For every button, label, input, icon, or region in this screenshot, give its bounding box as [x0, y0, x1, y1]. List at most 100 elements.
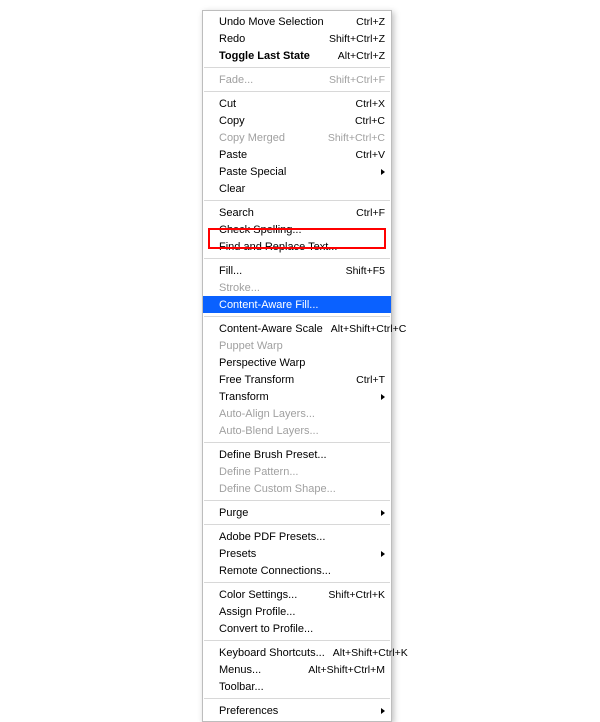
menu-item-shortcut: Alt+Ctrl+Z — [330, 50, 385, 62]
menu-divider — [204, 67, 390, 68]
menu-item-label: Stroke... — [219, 282, 385, 294]
menu-item-cut[interactable]: CutCtrl+X — [203, 95, 391, 112]
menu-item-copy-merged: Copy MergedShift+Ctrl+C — [203, 129, 391, 146]
menu-item-preferences[interactable]: Preferences — [203, 702, 391, 719]
menu-item-shortcut: Shift+F5 — [338, 265, 385, 277]
menu-item-shortcut: Alt+Shift+Ctrl+K — [325, 647, 408, 659]
menu-divider — [204, 524, 390, 525]
menu-item-puppet-warp: Puppet Warp — [203, 337, 391, 354]
menu-item-paste[interactable]: PasteCtrl+V — [203, 146, 391, 163]
menu-divider — [204, 442, 390, 443]
menu-item-content-aware-scale[interactable]: Content-Aware ScaleAlt+Shift+Ctrl+C — [203, 320, 391, 337]
menu-item-define-pattern: Define Pattern... — [203, 463, 391, 480]
menu-item-label: Copy — [219, 115, 347, 127]
menu-item-define-brush[interactable]: Define Brush Preset... — [203, 446, 391, 463]
menu-item-shortcut: Shift+Ctrl+C — [320, 132, 385, 144]
menu-item-label: Puppet Warp — [219, 340, 385, 352]
menu-item-label: Auto-Blend Layers... — [219, 425, 385, 437]
menu-item-label: Fade... — [219, 74, 321, 86]
menu-item-label: Define Custom Shape... — [219, 483, 385, 495]
menu-item-shortcut: Alt+Shift+Ctrl+C — [323, 323, 407, 335]
menu-item-shortcut: Ctrl+C — [347, 115, 385, 127]
menu-item-shortcut: Ctrl+T — [348, 374, 385, 386]
menu-item-label: Auto-Align Layers... — [219, 408, 385, 420]
menu-item-presets[interactable]: Presets — [203, 545, 391, 562]
menu-item-paste-special[interactable]: Paste Special — [203, 163, 391, 180]
menu-item-transform[interactable]: Transform — [203, 388, 391, 405]
menu-item-adobe-pdf-presets[interactable]: Adobe PDF Presets... — [203, 528, 391, 545]
menu-item-convert-to-profile[interactable]: Convert to Profile... — [203, 620, 391, 637]
menu-item-color-settings[interactable]: Color Settings...Shift+Ctrl+K — [203, 586, 391, 603]
edit-menu: Undo Move SelectionCtrl+ZRedoShift+Ctrl+… — [202, 10, 392, 722]
submenu-arrow-icon — [381, 510, 385, 516]
menu-divider — [204, 316, 390, 317]
menu-item-check-spelling[interactable]: Check Spelling... — [203, 221, 391, 238]
menu-item-undo-move-selection[interactable]: Undo Move SelectionCtrl+Z — [203, 13, 391, 30]
menu-item-menus[interactable]: Menus...Alt+Shift+Ctrl+M — [203, 661, 391, 678]
menu-item-label: Convert to Profile... — [219, 623, 385, 635]
submenu-arrow-icon — [381, 551, 385, 557]
menu-item-label: Undo Move Selection — [219, 16, 348, 28]
menu-item-fill[interactable]: Fill...Shift+F5 — [203, 262, 391, 279]
menu-item-shortcut: Ctrl+F — [348, 207, 385, 219]
menu-item-label: Assign Profile... — [219, 606, 385, 618]
menu-item-label: Remote Connections... — [219, 565, 385, 577]
menu-item-label: Presets — [219, 548, 385, 560]
menu-item-label: Clear — [219, 183, 385, 195]
menu-item-search[interactable]: SearchCtrl+F — [203, 204, 391, 221]
menu-item-label: Toggle Last State — [219, 50, 330, 62]
menu-item-label: Preferences — [219, 705, 385, 717]
menu-item-content-aware-fill[interactable]: Content-Aware Fill... — [203, 296, 391, 313]
menu-item-shortcut: Shift+Ctrl+F — [321, 74, 385, 86]
menu-divider — [204, 698, 390, 699]
menu-divider — [204, 582, 390, 583]
menu-item-label: Find and Replace Text... — [219, 241, 385, 253]
menu-item-label: Transform — [219, 391, 385, 403]
menu-item-shortcut: Ctrl+X — [348, 98, 385, 110]
menu-item-label: Content-Aware Scale — [219, 323, 323, 335]
menu-item-label: Color Settings... — [219, 589, 320, 601]
menu-item-toolbar[interactable]: Toolbar... — [203, 678, 391, 695]
menu-divider — [204, 640, 390, 641]
menu-item-assign-profile[interactable]: Assign Profile... — [203, 603, 391, 620]
menu-item-label: Menus... — [219, 664, 300, 676]
menu-divider — [204, 500, 390, 501]
menu-item-label: Free Transform — [219, 374, 348, 386]
menu-item-label: Redo — [219, 33, 321, 45]
menu-item-shortcut: Shift+Ctrl+K — [320, 589, 385, 601]
menu-item-label: Define Pattern... — [219, 466, 385, 478]
menu-item-copy[interactable]: CopyCtrl+C — [203, 112, 391, 129]
menu-item-label: Content-Aware Fill... — [219, 299, 385, 311]
menu-item-purge[interactable]: Purge — [203, 504, 391, 521]
menu-item-label: Paste Special — [219, 166, 385, 178]
submenu-arrow-icon — [381, 394, 385, 400]
menu-item-keyboard-shortcuts[interactable]: Keyboard Shortcuts...Alt+Shift+Ctrl+K — [203, 644, 391, 661]
menu-item-label: Adobe PDF Presets... — [219, 531, 385, 543]
menu-item-define-custom-shape: Define Custom Shape... — [203, 480, 391, 497]
submenu-arrow-icon — [381, 708, 385, 714]
menu-item-label: Fill... — [219, 265, 338, 277]
menu-divider — [204, 258, 390, 259]
menu-item-label: Keyboard Shortcuts... — [219, 647, 325, 659]
menu-item-label: Define Brush Preset... — [219, 449, 385, 461]
menu-item-shortcut: Shift+Ctrl+Z — [321, 33, 385, 45]
menu-divider — [204, 200, 390, 201]
menu-item-free-transform[interactable]: Free TransformCtrl+T — [203, 371, 391, 388]
submenu-arrow-icon — [381, 169, 385, 175]
menu-item-label: Paste — [219, 149, 348, 161]
menu-item-redo[interactable]: RedoShift+Ctrl+Z — [203, 30, 391, 47]
menu-item-clear[interactable]: Clear — [203, 180, 391, 197]
menu-item-label: Check Spelling... — [219, 224, 385, 236]
menu-item-toggle-last-state[interactable]: Toggle Last StateAlt+Ctrl+Z — [203, 47, 391, 64]
menu-item-shortcut: Alt+Shift+Ctrl+M — [300, 664, 385, 676]
menu-item-find-replace[interactable]: Find and Replace Text... — [203, 238, 391, 255]
menu-item-perspective-warp[interactable]: Perspective Warp — [203, 354, 391, 371]
menu-item-stroke: Stroke... — [203, 279, 391, 296]
menu-item-label: Copy Merged — [219, 132, 320, 144]
menu-divider — [204, 91, 390, 92]
menu-item-label: Cut — [219, 98, 348, 110]
menu-item-label: Toolbar... — [219, 681, 385, 693]
menu-item-fade: Fade...Shift+Ctrl+F — [203, 71, 391, 88]
menu-item-label: Perspective Warp — [219, 357, 385, 369]
menu-item-shortcut: Ctrl+Z — [348, 16, 385, 28]
